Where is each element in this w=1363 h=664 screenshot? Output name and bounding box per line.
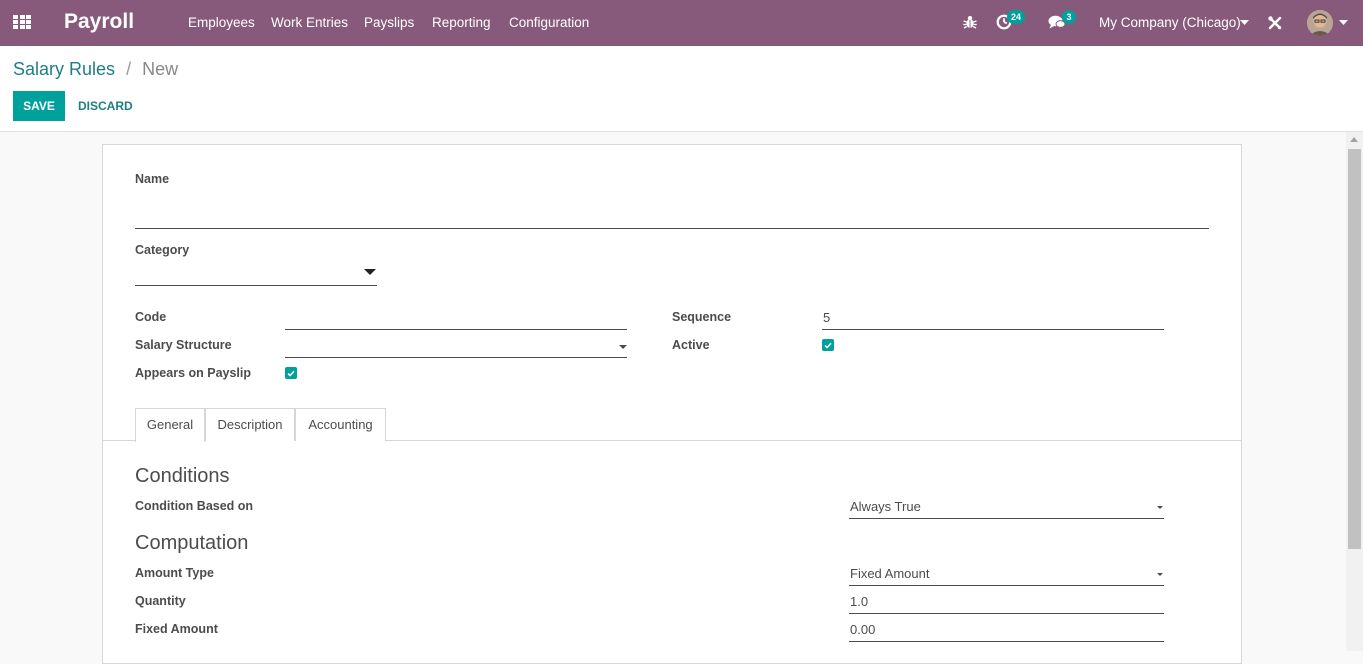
sequence-input[interactable]: 5 xyxy=(822,309,1164,330)
menu-payslips[interactable]: Payslips xyxy=(364,15,414,30)
condition-based-on-select[interactable]: Always True xyxy=(849,498,1164,519)
discard-button[interactable]: DISCARD xyxy=(74,91,137,121)
save-button[interactable]: SAVE xyxy=(13,91,65,121)
active-checkbox[interactable] xyxy=(822,339,834,351)
name-input[interactable] xyxy=(135,205,1209,229)
chevron-down-icon[interactable] xyxy=(1157,573,1163,576)
avatar[interactable] xyxy=(1307,10,1333,36)
code-input[interactable] xyxy=(285,309,627,330)
check-icon xyxy=(287,370,295,377)
quantity-label: Quantity xyxy=(135,594,186,608)
top-navbar: Payroll Employees Work Entries Payslips … xyxy=(0,0,1363,46)
computation-title: Computation xyxy=(135,532,249,554)
company-switcher[interactable]: My Company (Chicago) xyxy=(1099,15,1241,30)
control-panel: Salary Rules / New SAVE DISCARD xyxy=(0,46,1363,132)
menu-configuration[interactable]: Configuration xyxy=(509,15,589,30)
breadcrumb: Salary Rules / New xyxy=(13,59,178,80)
apps-grid-icon[interactable] xyxy=(13,15,31,30)
salary-structure-select[interactable] xyxy=(285,337,627,358)
sequence-label: Sequence xyxy=(672,310,732,324)
category-select[interactable] xyxy=(135,263,377,286)
menu-work-entries[interactable]: Work Entries xyxy=(271,15,348,30)
name-label: Name xyxy=(135,172,170,186)
fixed-amount-input[interactable]: 0.00 xyxy=(849,621,1164,642)
breadcrumb-separator: / xyxy=(126,59,132,79)
condition-based-on-label: Condition Based on xyxy=(135,499,254,513)
chevron-down-icon[interactable] xyxy=(1157,506,1163,509)
activity-count-badge: 24 xyxy=(1007,10,1026,24)
amount-type-select[interactable]: Fixed Amount xyxy=(849,565,1164,586)
chevron-down-icon[interactable] xyxy=(619,345,627,349)
appears-on-payslip-label: Appears on Payslip xyxy=(135,366,252,380)
fixed-amount-label: Fixed Amount xyxy=(135,622,218,636)
quantity-input[interactable]: 1.0 xyxy=(849,593,1164,614)
menu-employees[interactable]: Employees xyxy=(188,15,255,30)
category-label: Category xyxy=(135,243,190,257)
amount-type-label: Amount Type xyxy=(135,566,214,580)
check-icon xyxy=(824,342,832,349)
salary-structure-label: Salary Structure xyxy=(135,338,232,352)
message-count-badge: 3 xyxy=(1062,10,1076,24)
active-label: Active xyxy=(672,338,710,352)
menu-reporting[interactable]: Reporting xyxy=(432,15,491,30)
tab-accounting[interactable]: Accounting xyxy=(295,408,386,441)
code-label: Code xyxy=(135,310,167,324)
bug-icon[interactable] xyxy=(962,14,978,30)
tools-icon[interactable] xyxy=(1267,15,1283,31)
chevron-down-icon[interactable] xyxy=(1339,20,1348,26)
breadcrumb-current: New xyxy=(142,59,179,79)
form-sheet: Name Category Code Salary Structure Appe… xyxy=(102,144,1242,664)
breadcrumb-parent-link[interactable]: Salary Rules xyxy=(13,59,115,79)
scrollbar-thumb[interactable] xyxy=(1348,149,1361,549)
conditions-title: Conditions xyxy=(135,465,230,487)
appears-on-payslip-checkbox[interactable] xyxy=(285,367,297,379)
scroll-up-arrow-icon[interactable] xyxy=(1350,137,1358,142)
chevron-down-icon[interactable] xyxy=(364,269,376,275)
chevron-down-icon[interactable] xyxy=(1240,20,1249,26)
tab-general[interactable]: General xyxy=(135,408,205,442)
tab-description[interactable]: Description xyxy=(205,408,295,441)
app-brand[interactable]: Payroll xyxy=(64,10,134,34)
